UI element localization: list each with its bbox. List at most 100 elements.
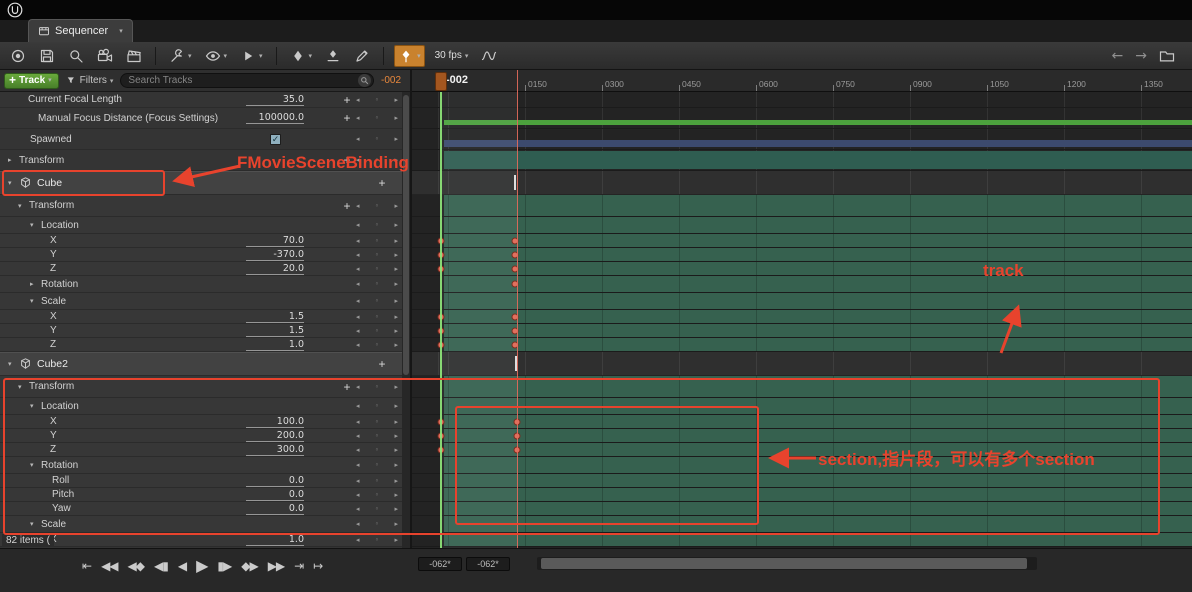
value-field[interactable]: -370.0 <box>246 249 304 261</box>
track-section[interactable] <box>444 429 1192 442</box>
search-tracks-input[interactable]: Search Tracks <box>120 73 374 88</box>
outliner-row-current-focal-length-0[interactable]: Current Focal Length 35.0 + ◂ ◦ ▸ <box>0 92 402 108</box>
key-navigation[interactable]: ◂ ◦ ▸ <box>356 491 398 499</box>
timeline-row-spawned-2[interactable] <box>412 129 1192 150</box>
key-navigation[interactable]: ◂ ◦ ▸ <box>356 313 398 321</box>
key-navigation[interactable]: ◂ ◦ ▸ <box>356 237 398 245</box>
view-options-menu[interactable]: ▾ <box>202 46 231 66</box>
track-section[interactable] <box>444 516 1192 532</box>
prev-key-icon[interactable]: ◂ <box>356 505 360 513</box>
play-reverse-button[interactable]: ◀ <box>178 559 187 573</box>
value-field[interactable]: 0.0 <box>246 475 304 487</box>
tab-sequencer[interactable]: Sequencer ▾ <box>28 19 133 42</box>
playback-options-menu[interactable]: ▾ <box>237 46 266 66</box>
outliner-row-yaw-24[interactable]: Yaw 0.0 ◂ ◦ ▸ <box>0 502 402 516</box>
key-navigation[interactable]: ◂ ◦ ▸ <box>356 265 398 273</box>
filters-button[interactable]: Filters ▾ <box>64 75 116 86</box>
next-key-icon[interactable]: ▸ <box>394 505 398 513</box>
outliner-row-scale-25[interactable]: ▾ Scale ◂ ◦ ▸ <box>0 516 402 533</box>
prev-key-icon[interactable]: ◂ <box>356 202 360 210</box>
key-navigation[interactable]: ◂ ◦ ▸ <box>356 505 398 513</box>
prev-key-icon[interactable]: ◂ <box>356 383 360 391</box>
timeline-row-cube-4[interactable] <box>412 171 1192 195</box>
timeline-row-location-6[interactable] <box>412 217 1192 234</box>
next-key-icon[interactable]: ▸ <box>394 202 398 210</box>
expander-open-icon[interactable]: ▾ <box>30 461 41 469</box>
value-field[interactable]: 1.0 <box>246 339 304 351</box>
add-key-icon[interactable]: ◦ <box>375 135 379 143</box>
timeline-row-y-19[interactable] <box>412 429 1192 443</box>
outliner-row-x-7[interactable]: X 70.0 ◂ ◦ ▸ <box>0 234 402 248</box>
timeline-row-x-18[interactable] <box>412 415 1192 429</box>
add-track-button[interactable]: + Track ▾ <box>4 72 59 89</box>
expander-closed-icon[interactable]: ▸ <box>30 280 41 288</box>
value-field[interactable]: 70.0 <box>246 235 304 247</box>
value-field[interactable]: 35.0 <box>246 94 304 106</box>
track-section[interactable] <box>444 262 1192 275</box>
value-field[interactable]: 200.0 <box>246 430 304 442</box>
timeline-row-z-14[interactable] <box>412 338 1192 352</box>
track-section[interactable] <box>444 217 1192 233</box>
value-field[interactable]: 1.5 <box>246 325 304 337</box>
prev-key-icon[interactable]: ◂ <box>356 135 360 143</box>
key-navigation[interactable]: ◂ ◦ ▸ <box>356 461 398 469</box>
scrollbar-thumb[interactable] <box>403 95 409 375</box>
value-field[interactable]: 100000.0 <box>246 112 304 124</box>
add-key-icon[interactable]: ◦ <box>375 446 379 454</box>
track-section[interactable] <box>444 324 1192 337</box>
track-section[interactable] <box>444 443 1192 456</box>
add-key-icon[interactable]: ◦ <box>375 520 379 528</box>
add-key-icon[interactable]: ◦ <box>375 432 379 440</box>
play-button[interactable]: ▶ <box>196 556 208 575</box>
outliner-row-location-17[interactable]: ▾ Location ◂ ◦ ▸ <box>0 398 402 415</box>
expander-open-icon[interactable]: ▾ <box>8 360 19 368</box>
prev-key-icon[interactable]: ◂ <box>356 280 360 288</box>
track-section[interactable] <box>444 310 1192 323</box>
key-navigation[interactable]: ◂ ◦ ▸ <box>356 327 398 335</box>
add-key-icon[interactable]: ◦ <box>375 341 379 349</box>
next-key-icon[interactable]: ▸ <box>394 446 398 454</box>
timeline-row-current-focal-length-0[interactable] <box>412 92 1192 108</box>
timeline-row-y-13[interactable] <box>412 324 1192 338</box>
expander-open-icon[interactable]: ▾ <box>30 221 41 229</box>
jump-to-end-button[interactable]: ⇥ <box>294 559 304 573</box>
outliner-row-roll-22[interactable]: Roll 0.0 ◂ ◦ ▸ <box>0 474 402 488</box>
fast-forward-button[interactable]: ▶▶ <box>268 559 285 573</box>
add-section-icon[interactable]: + <box>341 200 353 212</box>
track-section[interactable] <box>444 338 1192 351</box>
prev-key-icon[interactable]: ◂ <box>356 341 360 349</box>
prev-key-icon[interactable]: ◂ <box>356 237 360 245</box>
outliner-row-scale-11[interactable]: ▾ Scale ◂ ◦ ▸ <box>0 293 402 310</box>
next-key-icon[interactable]: ▸ <box>394 327 398 335</box>
track-section[interactable] <box>444 533 1192 546</box>
value-field[interactable]: 0.0 <box>246 503 304 515</box>
expander-open-icon[interactable]: ▾ <box>8 179 19 187</box>
outliner-row-pitch-23[interactable]: Pitch 0.0 ◂ ◦ ▸ <box>0 488 402 502</box>
add-key-icon[interactable]: ◦ <box>375 237 379 245</box>
outliner-row-z-9[interactable]: Z 20.0 ◂ ◦ ▸ <box>0 262 402 276</box>
next-key-icon[interactable]: ▸ <box>394 297 398 305</box>
rewind-button[interactable]: ◀◀ <box>101 559 118 573</box>
value-field[interactable]: 0.0 <box>246 489 304 501</box>
timeline-row-manual-focus-distance-focus-settings-1[interactable] <box>412 108 1192 129</box>
timeline-row-x-12[interactable] <box>412 310 1192 324</box>
prev-key-icon[interactable]: ◂ <box>356 313 360 321</box>
track-section[interactable] <box>444 457 1192 473</box>
key-navigation[interactable]: ◂ ◦ ▸ <box>356 432 398 440</box>
scrollbar-thumb[interactable] <box>541 558 1027 569</box>
timeline-row-transform-5[interactable] <box>412 195 1192 217</box>
spawned-checkbox[interactable]: ✓ <box>270 133 281 145</box>
key-navigation[interactable]: ◂ ◦ ▸ <box>356 383 398 391</box>
add-key-icon[interactable]: ◦ <box>375 327 379 335</box>
add-key-icon[interactable]: ◦ <box>375 251 379 259</box>
browse-folder-button[interactable] <box>1159 48 1175 64</box>
track-section[interactable] <box>444 474 1192 487</box>
add-section-icon[interactable]: + <box>341 94 353 106</box>
prev-key-icon[interactable]: ◂ <box>356 221 360 229</box>
timeline-row-pitch-23[interactable] <box>412 488 1192 502</box>
keyframe-options-menu[interactable]: ▾ <box>287 46 316 66</box>
save-button[interactable] <box>36 46 58 66</box>
key-navigation[interactable]: ◂ ◦ ▸ <box>356 477 398 485</box>
outliner-row-z-14[interactable]: Z 1.0 ◂ ◦ ▸ <box>0 338 402 352</box>
key-all-enabled-button[interactable]: ▾ <box>394 44 425 67</box>
